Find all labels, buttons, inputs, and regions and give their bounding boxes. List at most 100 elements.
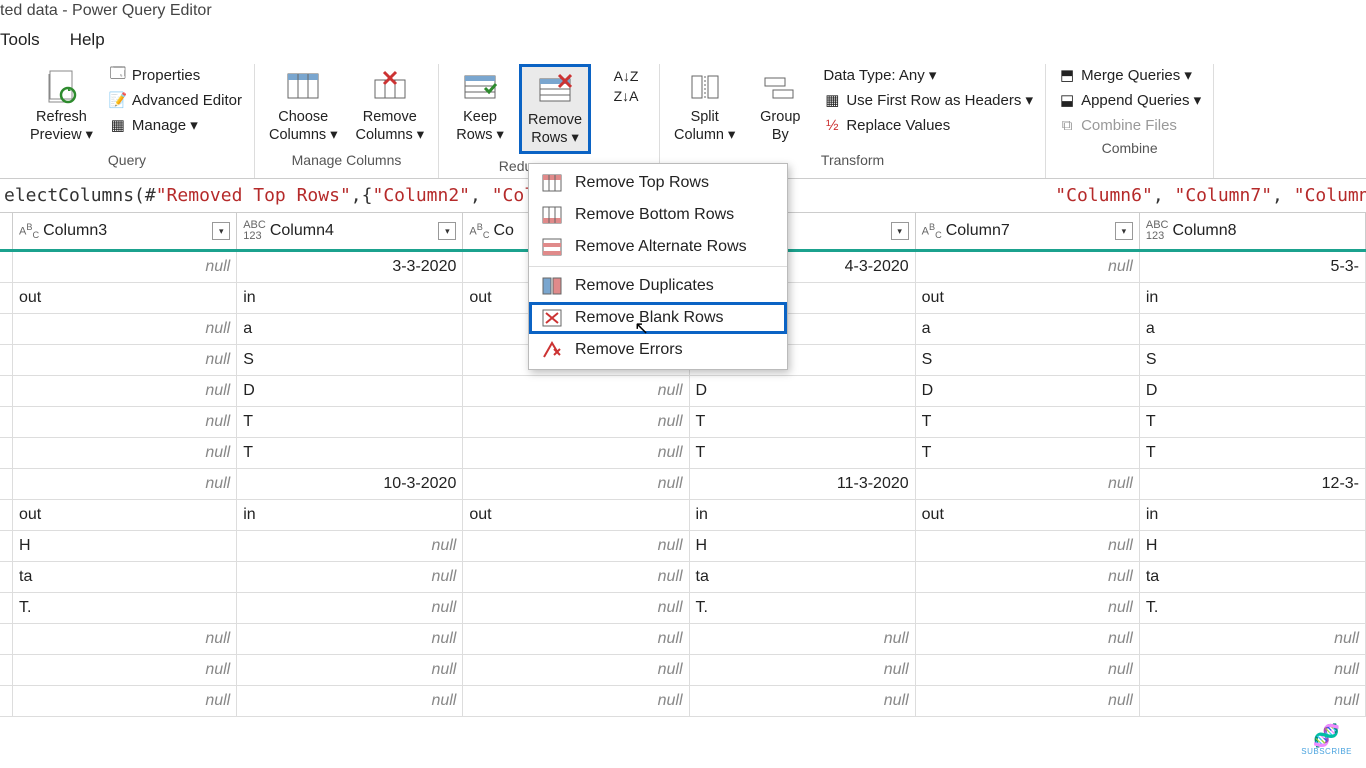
cell[interactable]: null <box>916 686 1140 716</box>
table-row[interactable]: HnullnullHnullH <box>0 531 1366 562</box>
cell[interactable]: H <box>13 531 237 561</box>
split-column-button[interactable]: Split Column ▾ <box>668 64 741 148</box>
filter-dropdown-icon[interactable]: ▾ <box>212 222 230 240</box>
cell[interactable]: null <box>463 593 689 623</box>
cell[interactable]: null <box>1140 686 1366 716</box>
cell[interactable]: 12-3- <box>1140 469 1366 499</box>
cell[interactable]: null <box>13 624 237 654</box>
menu-tools[interactable]: Tools <box>0 30 40 50</box>
cell[interactable]: 10-3-2020 <box>237 469 463 499</box>
data-type-button[interactable]: Data Type: Any ▾ <box>819 64 1037 86</box>
properties-button[interactable]: 🗔Properties <box>105 64 246 86</box>
cell[interactable]: a <box>237 314 463 344</box>
merge-queries-button[interactable]: ⬒Merge Queries ▾ <box>1054 64 1205 86</box>
cell[interactable]: null <box>237 624 463 654</box>
cell[interactable]: out <box>916 500 1140 530</box>
menu-help[interactable]: Help <box>70 30 105 50</box>
cell[interactable]: ta <box>1140 562 1366 592</box>
cell[interactable]: null <box>463 531 689 561</box>
replace-values-button[interactable]: ½Replace Values <box>819 114 1037 136</box>
cell[interactable]: T <box>1140 407 1366 437</box>
cell[interactable]: null <box>916 655 1140 685</box>
cell[interactable]: T. <box>690 593 916 623</box>
cell[interactable]: D <box>237 376 463 406</box>
column-header-3[interactable]: ABCColumn3▾ <box>13 213 237 249</box>
cell[interactable]: T <box>690 407 916 437</box>
table-row[interactable]: nullnullnullnullnullnull <box>0 655 1366 686</box>
remove-top-rows-item[interactable]: Remove Top Rows <box>529 167 787 199</box>
cell[interactable]: T <box>1140 438 1366 468</box>
table-row[interactable]: tanullnulltanullta <box>0 562 1366 593</box>
cell[interactable]: out <box>13 500 237 530</box>
combine-files-button[interactable]: ⧉Combine Files <box>1054 114 1205 136</box>
cell[interactable]: out <box>916 283 1140 313</box>
append-queries-button[interactable]: ⬓Append Queries ▾ <box>1054 89 1205 111</box>
cell[interactable]: ta <box>690 562 916 592</box>
cell[interactable]: null <box>1140 624 1366 654</box>
cell[interactable]: null <box>237 531 463 561</box>
cell[interactable]: S <box>237 345 463 375</box>
cell[interactable]: null <box>916 624 1140 654</box>
cell[interactable]: in <box>237 500 463 530</box>
filter-dropdown-icon[interactable]: ▾ <box>438 222 456 240</box>
cell[interactable]: null <box>463 562 689 592</box>
advanced-editor-button[interactable]: 📝Advanced Editor <box>105 89 246 111</box>
remove-alternate-rows-item[interactable]: Remove Alternate Rows <box>529 231 787 263</box>
cell[interactable]: S <box>1140 345 1366 375</box>
cell[interactable]: T <box>237 407 463 437</box>
cell[interactable]: in <box>690 500 916 530</box>
cell[interactable]: S <box>916 345 1140 375</box>
cell[interactable]: null <box>237 686 463 716</box>
column-header-7[interactable]: ABCColumn7▾ <box>916 213 1140 249</box>
group-by-button[interactable]: Group By <box>747 64 813 148</box>
cell[interactable]: null <box>690 624 916 654</box>
cell[interactable]: null <box>690 655 916 685</box>
cell[interactable]: null <box>916 593 1140 623</box>
cell[interactable]: T <box>916 407 1140 437</box>
cell[interactable]: null <box>13 686 237 716</box>
cell[interactable]: 3-3-2020 <box>237 252 463 282</box>
cell[interactable]: H <box>690 531 916 561</box>
cell[interactable]: in <box>237 283 463 313</box>
cell[interactable]: null <box>13 252 237 282</box>
sort-buttons[interactable]: A↓Z Z↓A <box>601 64 651 112</box>
cell[interactable]: T <box>916 438 1140 468</box>
manage-button[interactable]: ▦Manage ▾ <box>105 114 246 136</box>
cell[interactable]: 5-3- <box>1140 252 1366 282</box>
choose-columns-button[interactable]: Choose Columns ▾ <box>263 64 344 148</box>
cell[interactable]: out <box>13 283 237 313</box>
cell[interactable]: D <box>690 376 916 406</box>
table-row[interactable]: null10-3-2020null11-3-2020null12-3- <box>0 469 1366 500</box>
cell[interactable]: null <box>463 624 689 654</box>
refresh-preview-button[interactable]: Refresh Preview ▾ <box>24 64 99 148</box>
cell[interactable]: out <box>463 500 689 530</box>
cell[interactable]: ta <box>13 562 237 592</box>
keep-rows-button[interactable]: Keep Rows ▾ <box>447 64 513 148</box>
column-header-8[interactable]: ABC123Column8 <box>1140 213 1366 249</box>
remove-blank-rows-item[interactable]: Remove Blank Rows <box>529 302 787 334</box>
cell[interactable]: null <box>13 314 237 344</box>
cell[interactable]: null <box>463 407 689 437</box>
cell[interactable]: null <box>13 345 237 375</box>
remove-errors-item[interactable]: Remove Errors <box>529 334 787 366</box>
cell[interactable]: null <box>237 655 463 685</box>
remove-columns-button[interactable]: Remove Columns ▾ <box>350 64 431 148</box>
cell[interactable]: T. <box>13 593 237 623</box>
cell[interactable]: D <box>1140 376 1366 406</box>
column-header-4[interactable]: ABC123Column4▾ <box>237 213 463 249</box>
filter-dropdown-icon[interactable]: ▾ <box>1115 222 1133 240</box>
table-row[interactable]: nullTnullTTT <box>0 438 1366 469</box>
cell[interactable]: null <box>13 469 237 499</box>
table-row[interactable]: outinoutinoutin <box>0 500 1366 531</box>
filter-dropdown-icon[interactable]: ▾ <box>891 222 909 240</box>
cell[interactable]: T <box>237 438 463 468</box>
table-row[interactable]: nullnullnullnullnullnull <box>0 624 1366 655</box>
cell[interactable]: null <box>463 686 689 716</box>
cell[interactable]: null <box>916 562 1140 592</box>
cell[interactable]: null <box>916 469 1140 499</box>
cell[interactable]: a <box>916 314 1140 344</box>
cell[interactable]: null <box>463 655 689 685</box>
cell[interactable]: null <box>13 438 237 468</box>
cell[interactable]: T <box>690 438 916 468</box>
cell[interactable]: null <box>916 252 1140 282</box>
